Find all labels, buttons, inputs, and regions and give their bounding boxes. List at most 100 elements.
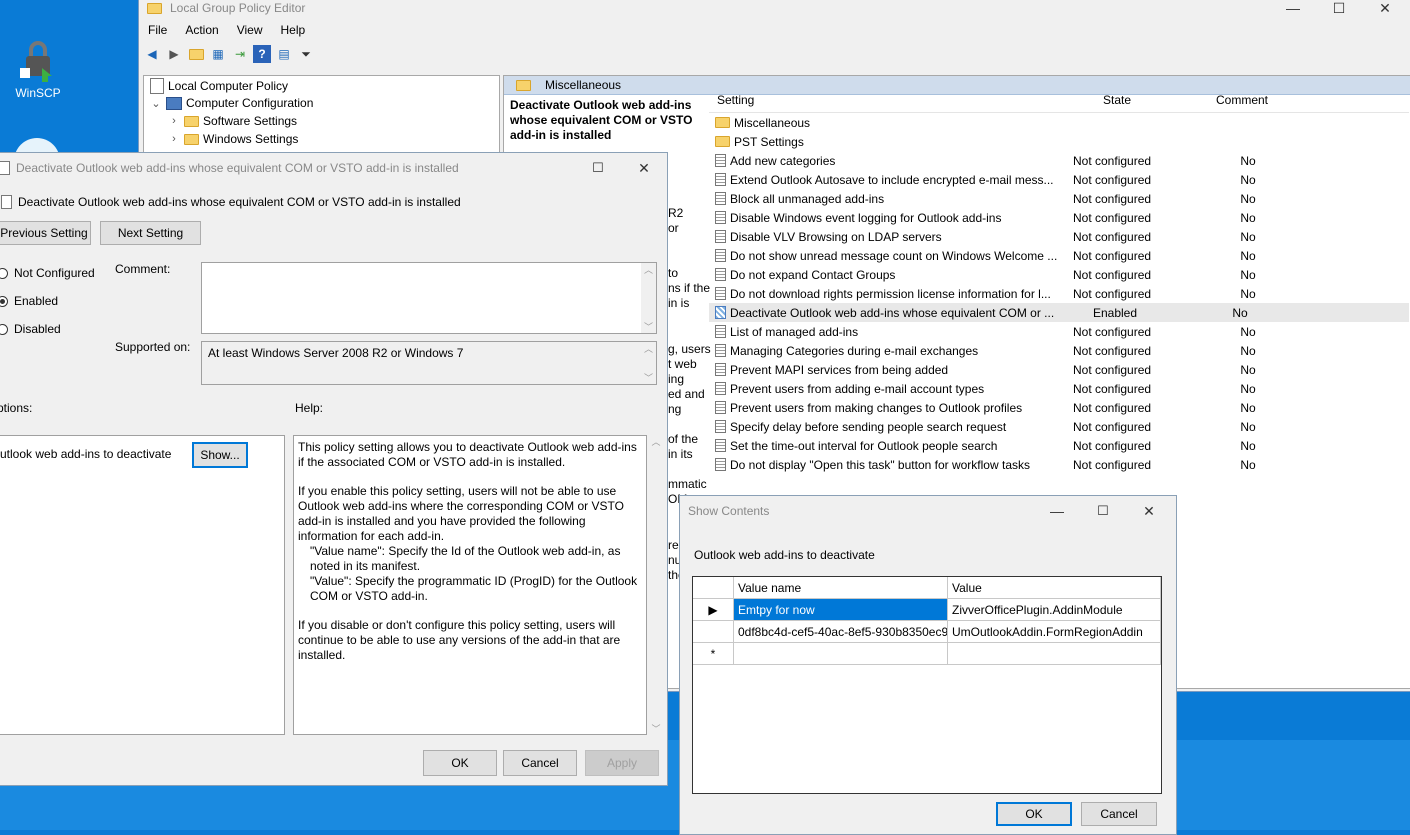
policy-row[interactable]: Set the time-out interval for Outlook pe…: [709, 436, 1409, 455]
show-button[interactable]: Show...: [192, 442, 248, 468]
apply-button[interactable]: Apply: [585, 750, 659, 776]
policy-row[interactable]: Block all unmanaged add-ins Not configure…: [709, 189, 1409, 208]
column-comment[interactable]: Comment: [1167, 93, 1317, 107]
policy-row[interactable]: Managing Categories during e-mail exchan…: [709, 341, 1409, 360]
close-button[interactable]: ✕: [1126, 496, 1172, 526]
tree-root[interactable]: Local Computer Policy: [150, 78, 288, 94]
policy-state: Not configured: [1073, 324, 1152, 339]
tree-software-settings[interactable]: › Software Settings: [168, 114, 297, 128]
previous-setting-button[interactable]: Previous Setting: [0, 221, 91, 245]
maximize-button[interactable]: ☐: [1316, 0, 1362, 23]
list-item-folder[interactable]: Miscellaneous: [709, 113, 1409, 132]
help-text-pane: This policy setting allows you to deacti…: [293, 435, 647, 735]
help-scrollbar[interactable]: ︿ ﹀: [649, 435, 663, 735]
properties-icon[interactable]: ▤: [275, 45, 293, 63]
list-item-folder[interactable]: PST Settings: [709, 132, 1409, 151]
tree-windows-settings[interactable]: › Windows Settings: [168, 132, 298, 146]
help-icon[interactable]: ?: [253, 45, 271, 63]
cell-value[interactable]: ZivverOfficePlugin.AddinModule: [948, 599, 1161, 621]
export-list-icon[interactable]: ⇥: [231, 45, 249, 63]
menu-file[interactable]: File: [139, 21, 176, 39]
policy-setting-icon: [715, 230, 726, 243]
column-state[interactable]: State: [1067, 93, 1167, 107]
back-icon[interactable]: ◀: [143, 45, 161, 63]
desktop-icon-winscp[interactable]: WinSCP: [8, 38, 68, 100]
show-hide-tree-icon[interactable]: ▦: [209, 45, 227, 63]
policy-row[interactable]: Do not expand Contact Groups Not configur…: [709, 265, 1409, 284]
radio-disabled[interactable]: Disabled: [0, 322, 61, 336]
chevron-right-icon[interactable]: ›: [168, 115, 180, 127]
menu-help[interactable]: Help: [272, 21, 315, 39]
table-row[interactable]: ▶ Emtpy for now ZivverOfficePlugin.Addin…: [693, 599, 1161, 621]
cancel-button[interactable]: Cancel: [1081, 802, 1157, 826]
chevron-down-icon[interactable]: ⌄: [150, 97, 162, 110]
cell-value-name[interactable]: 0df8bc4d-cef5-40ac-8ef5-930b8350ec9a: [734, 621, 948, 643]
scrollbar[interactable]: ︿ ﹀: [641, 342, 656, 384]
column-value[interactable]: Value: [948, 577, 1161, 599]
policy-dialog-title: Deactivate Outlook web add-ins whose equ…: [16, 161, 459, 175]
column-setting[interactable]: Setting: [709, 93, 1067, 107]
cell-value-name[interactable]: Emtpy for now: [734, 599, 948, 621]
policy-setting-icon: [715, 344, 726, 357]
menu-view[interactable]: View: [228, 21, 272, 39]
menu-action[interactable]: Action: [176, 21, 227, 39]
cancel-button[interactable]: Cancel: [503, 750, 577, 776]
row-pointer-icon: ▶: [693, 599, 734, 621]
policy-name: Prevent users from making changes to Out…: [730, 400, 1023, 415]
ok-button[interactable]: OK: [423, 750, 497, 776]
close-button[interactable]: ✕: [1362, 0, 1408, 23]
folder-icon: [184, 115, 199, 127]
comment-textarea[interactable]: ︿ ﹀: [201, 262, 657, 334]
policy-row[interactable]: Deactivate Outlook web add-ins whose equ…: [709, 303, 1409, 322]
policy-comment: No: [1240, 419, 1256, 434]
policy-setting-icon: [715, 458, 726, 471]
policy-setting-icon: [715, 401, 726, 414]
forward-icon[interactable]: ▶: [165, 45, 183, 63]
scrollbar[interactable]: ︿ ﹀: [641, 263, 656, 333]
minimize-button[interactable]: —: [1034, 496, 1080, 526]
policy-row[interactable]: Add new categories Not configured No: [709, 151, 1409, 170]
policy-setting-icon: [715, 363, 726, 376]
tree-computer-configuration[interactable]: ⌄ Computer Configuration: [150, 96, 313, 110]
policy-row[interactable]: Prevent users from adding e-mail account…: [709, 379, 1409, 398]
policy-setting-icon: [715, 420, 726, 433]
policy-comment: No: [1240, 172, 1256, 187]
chevron-right-icon[interactable]: ›: [168, 133, 180, 145]
policy-row[interactable]: Extend Outlook Autosave to include encry…: [709, 170, 1409, 189]
maximize-button[interactable]: ☐: [575, 153, 621, 183]
filter-icon[interactable]: ⏷: [297, 45, 315, 63]
new-row[interactable]: *: [693, 643, 1161, 665]
close-button[interactable]: ✕: [621, 153, 667, 183]
policy-state: Not configured: [1073, 286, 1152, 301]
minimize-button[interactable]: —: [1270, 0, 1316, 23]
maximize-button[interactable]: ☐: [1080, 496, 1126, 526]
policy-comment: No: [1240, 210, 1256, 225]
policy-row[interactable]: Do not show unread message count on Wind…: [709, 246, 1409, 265]
cell-value[interactable]: UmOutlookAddin.FormRegionAddin: [948, 621, 1161, 643]
policy-row[interactable]: Disable VLV Browsing on LDAP servers Not …: [709, 227, 1409, 246]
policy-comment: No: [1240, 248, 1256, 263]
radio-not-configured[interactable]: Not Configured: [0, 266, 95, 280]
policy-state: Not configured: [1073, 210, 1152, 225]
policy-comment: No: [1240, 362, 1256, 377]
column-value-name[interactable]: Value name: [734, 577, 948, 599]
policy-comment: No: [1240, 324, 1256, 339]
up-folder-icon[interactable]: [187, 45, 205, 63]
policy-row[interactable]: Specify delay before sending people sear…: [709, 417, 1409, 436]
policy-row[interactable]: List of managed add-ins Not configured No: [709, 322, 1409, 341]
policy-comment: No: [1240, 153, 1256, 168]
policy-row[interactable]: Prevent users from making changes to Out…: [709, 398, 1409, 417]
policy-name: Prevent users from adding e-mail account…: [730, 381, 985, 396]
policy-row[interactable]: Do not display "Open this task" button f…: [709, 455, 1409, 474]
policy-row[interactable]: Disable Windows event logging for Outloo…: [709, 208, 1409, 227]
policy-state: Enabled: [1092, 305, 1138, 320]
policy-name: Disable VLV Browsing on LDAP servers: [730, 229, 942, 244]
next-setting-button[interactable]: Next Setting: [100, 221, 201, 245]
policy-row[interactable]: Do not download rights permission licens…: [709, 284, 1409, 303]
policy-state: Not configured: [1073, 457, 1152, 472]
ok-button[interactable]: OK: [996, 802, 1072, 826]
radio-enabled[interactable]: Enabled: [0, 294, 58, 308]
policy-row[interactable]: Prevent MAPI services from being added No…: [709, 360, 1409, 379]
table-row[interactable]: 0df8bc4d-cef5-40ac-8ef5-930b8350ec9a UmO…: [693, 621, 1161, 643]
policy-setting-icon: [715, 268, 726, 281]
